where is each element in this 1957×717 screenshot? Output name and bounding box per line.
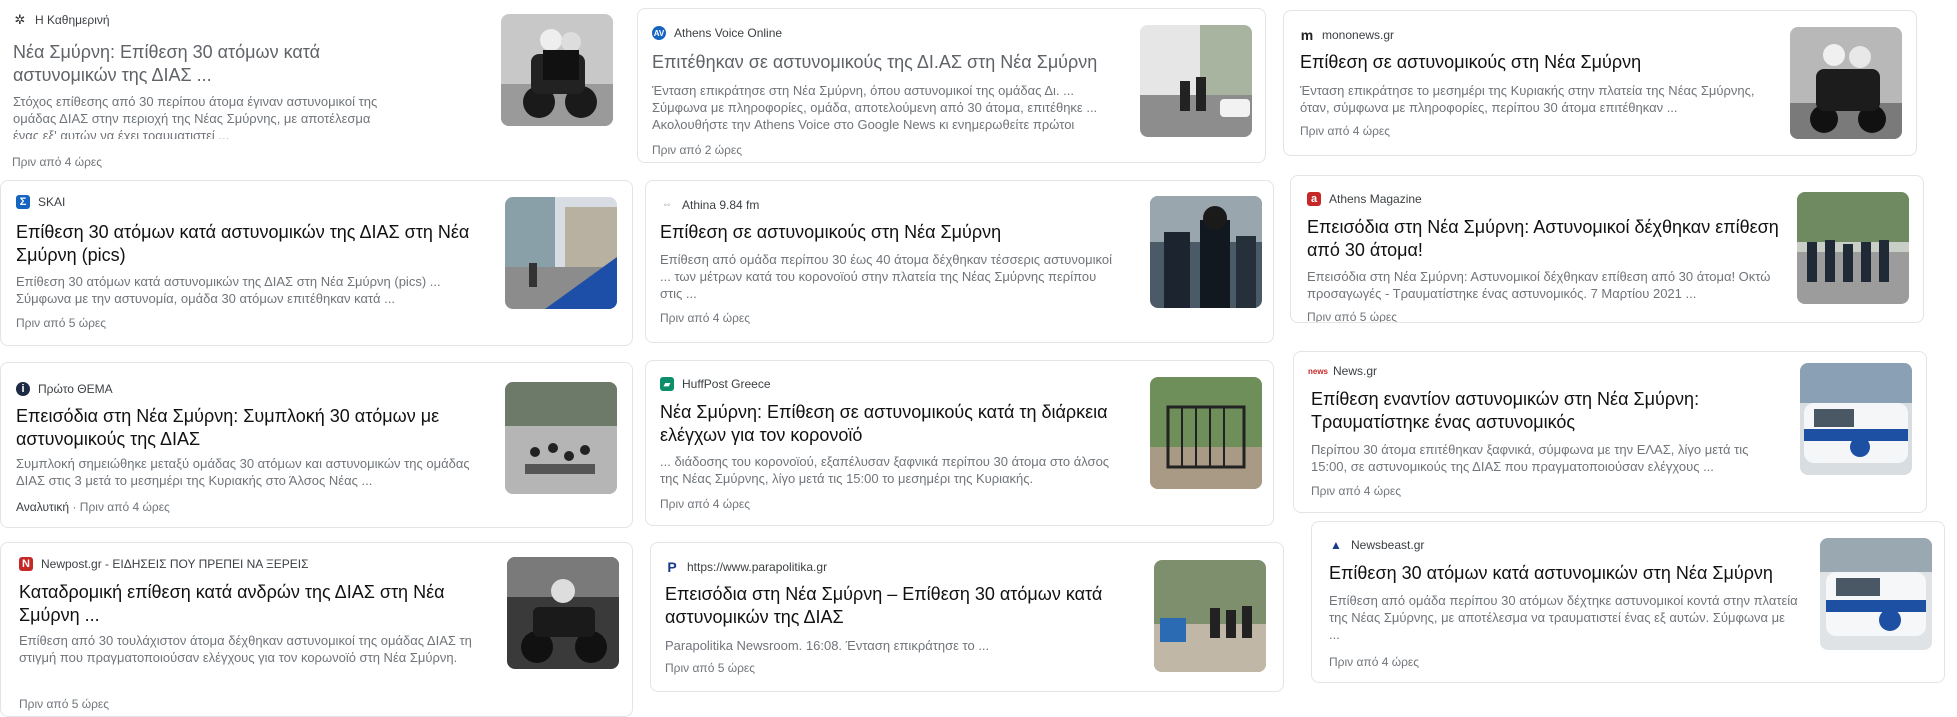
news-thumbnail[interactable]	[1150, 196, 1262, 308]
news-snippet: Περίπου 30 άτομα επιτέθηκαν ξαφνικά, σύμ…	[1311, 442, 1749, 474]
news-title[interactable]: Επεισόδια στη Νέα Σμύρνη: Αστυνομικοί δέ…	[1307, 216, 1782, 262]
news-time: Πριν από 4 ώρες	[1329, 655, 1420, 669]
news-snippet: Επεισόδια στη Νέα Σμύρνη: Αστυνομικοί δέ…	[1307, 269, 1771, 301]
crowd-street-image	[505, 382, 617, 494]
news-card-parapolitika[interactable]: P https://www.parapolitika.gr Επεισόδια …	[650, 542, 1284, 692]
news-thumbnail[interactable]	[505, 197, 617, 309]
huffpost-logo-icon: ▰	[660, 377, 674, 391]
news-card-newsbeast[interactable]: ▲ Newsbeast.gr Επίθεση 30 ατόμων κατά ασ…	[1311, 521, 1945, 683]
protothema-logo-icon: i	[16, 382, 30, 396]
news-title[interactable]: Επιτέθηκαν σε αστυνομικούς της ΔΙ.ΑΣ στη…	[652, 51, 1112, 74]
news-time: Πριν από 4 ώρες	[660, 311, 751, 325]
news-title[interactable]: Νέα Σμύρνη: Επίθεση 30 ατόμων κατά αστυν…	[13, 41, 383, 87]
police-car-image	[1820, 538, 1932, 650]
newsgr-logo-icon: news	[1308, 366, 1329, 376]
news-source: P https://www.parapolitika.gr	[665, 559, 827, 575]
news-thumbnail[interactable]	[1154, 560, 1266, 672]
police-car-image	[1800, 363, 1912, 475]
news-thumbnail[interactable]	[1797, 192, 1909, 304]
police-crowd-image	[1797, 192, 1909, 304]
news-source: ▲ Newsbeast.gr	[1330, 538, 1425, 552]
news-time: Πριν από 4 ώρες	[12, 155, 103, 169]
news-thumbnail[interactable]	[1790, 27, 1902, 139]
police-motorbike-image	[501, 14, 613, 126]
news-card-kathimerini[interactable]: ✲ Η Καθημερινή Νέα Σμύρνη: Επίθεση 30 ατ…	[0, 0, 505, 140]
news-thumbnail[interactable]	[1820, 538, 1932, 650]
kathimerini-logo-icon: ✲	[14, 12, 26, 27]
news-title[interactable]: Επίθεση σε αστυνομικούς στη Νέα Σμύρνη	[1300, 51, 1770, 74]
news-thumbnail[interactable]	[507, 557, 619, 669]
park-police-image	[1154, 560, 1266, 672]
news-card-huffpost[interactable]: ▰ HuffPost Greece Νέα Σμύρνη: Επίθεση σε…	[645, 360, 1274, 526]
news-time: Πριν από 2 ώρες	[652, 143, 743, 157]
news-snippet: Επίθεση 30 ατόμων κατά αστυνομικών της Δ…	[16, 274, 441, 306]
news-source: a Athens Magazine	[1307, 192, 1422, 206]
news-snippet: Parapolitika Newsroom. 16:08. Ένταση επι…	[665, 638, 990, 653]
athensvoice-logo-icon: AV	[652, 26, 666, 40]
news-time: Πριν από 4 ώρες	[660, 497, 751, 511]
news-card-athensmagazine[interactable]: a Athens Magazine Επεισόδια στη Νέα Σμύρ…	[1290, 175, 1924, 323]
news-title[interactable]: Επίθεση εναντίον αστυνομικών στη Νέα Σμύ…	[1311, 388, 1771, 434]
news-snippet: Ένταση επικράτησε το μεσημέρι της Κυριακ…	[1300, 83, 1755, 115]
news-card-newsgr[interactable]: news News.gr Επίθεση εναντίον αστυνομικώ…	[1293, 351, 1927, 513]
news-source: m mononews.gr	[1300, 27, 1395, 43]
news-title[interactable]: Καταδρομική επίθεση κατά ανδρών της ΔΙΑΣ…	[19, 581, 489, 627]
news-snippet: Συμπλοκή σημειώθηκε μεταξύ ομάδας 30 ατό…	[16, 456, 470, 488]
police-street-image	[1140, 25, 1252, 137]
news-time: Πριν από 5 ώρες	[19, 697, 110, 711]
news-meta: Αναλυτική · Πριν από 4 ώρες	[16, 500, 170, 514]
news-card-skai[interactable]: Σ SKAI Επίθεση 30 ατόμων κατά αστυνομικώ…	[0, 180, 633, 346]
news-snippet: ... διάδοσης του κορονοϊού, εξαπέλυσαν ξ…	[660, 454, 1110, 486]
news-thumbnail[interactable]	[1150, 377, 1262, 489]
news-source: ◦◦ Athina 9.84 fm	[660, 198, 759, 212]
news-title[interactable]: Νέα Σμύρνη: Επίθεση σε αστυνομικούς κατά…	[660, 401, 1120, 447]
news-title[interactable]: Επεισόδια στη Νέα Σμύρνη – Επίθεση 30 ατ…	[665, 583, 1135, 629]
news-card-athina984[interactable]: ◦◦ Athina 9.84 fm Επίθεση σε αστυνομικού…	[645, 180, 1274, 343]
news-snippet: Επίθεση από ομάδα περίπου 30 έως 40 άτομ…	[660, 252, 1112, 301]
news-source: news News.gr	[1308, 364, 1378, 378]
news-title[interactable]: Επίθεση 30 ατόμων κατά αστυνομικών της Δ…	[16, 221, 486, 267]
news-time: Πριν από 5 ώρες	[1307, 310, 1398, 323]
news-snippet: Επίθεση από 30 τουλάχιστον άτομα δέχθηκα…	[19, 633, 472, 665]
news-time: Πριν από 5 ώρες	[665, 661, 756, 675]
news-source: N Newpost.gr - ΕΙΔΗΣΕΙΣ ΠΟΥ ΠΡΕΠΕΙ ΝΑ ΞΕ…	[19, 557, 309, 571]
news-source: ▰ HuffPost Greece	[660, 377, 771, 391]
news-time: Πριν από 4 ώρες	[1300, 124, 1391, 138]
parapolitika-logo-icon: P	[667, 559, 677, 575]
news-snippet: Στόχος επίθεσης από 30 περίπου άτομα έγι…	[13, 94, 378, 140]
news-time: Πριν από 4 ώρες	[1311, 484, 1402, 498]
news-card-protothema[interactable]: i Πρώτο ΘΕΜΑ Επεισόδια στη Νέα Σμύρνη: Σ…	[0, 362, 633, 528]
skai-logo-icon: Σ	[16, 195, 30, 209]
news-card-athensvoice[interactable]: AV Athens Voice Online Επιτέθηκαν σε αστ…	[637, 8, 1266, 163]
street-scene-image	[505, 197, 617, 309]
news-thumbnail-kathimerini[interactable]	[501, 14, 613, 126]
news-source: Σ SKAI	[16, 195, 65, 209]
newsbeast-logo-icon: ▲	[1330, 538, 1342, 552]
police-motorbike-image	[1790, 27, 1902, 139]
article-label: Αναλυτική	[16, 500, 70, 514]
news-thumbnail[interactable]	[1800, 363, 1912, 475]
athina984-logo-icon: ◦◦	[663, 199, 671, 211]
news-card-mononews[interactable]: m mononews.gr Επίθεση σε αστυνομικούς στ…	[1283, 10, 1917, 156]
news-source: AV Athens Voice Online	[652, 26, 783, 40]
news-thumbnail[interactable]	[1140, 25, 1252, 137]
news-thumbnail[interactable]	[505, 382, 617, 494]
news-time: Πριν από 4 ώρες	[79, 500, 170, 514]
news-title[interactable]: Επίθεση σε αστυνομικούς στη Νέα Σμύρνη	[660, 221, 1120, 244]
news-snippet: Επίθεση από ομάδα περίπου 30 ατόμων δέχτ…	[1329, 593, 1798, 642]
news-title[interactable]: Επεισόδια στη Νέα Σμύρνη: Συμπλοκή 30 ατ…	[16, 405, 486, 451]
newpost-logo-icon: N	[19, 557, 33, 571]
news-source: i Πρώτο ΘΕΜΑ	[16, 382, 113, 396]
news-snippet: Ένταση επικράτησε στη Νέα Σμύρνη, όπου α…	[652, 83, 1098, 132]
news-card-newpost[interactable]: N Newpost.gr - ΕΙΔΗΣΕΙΣ ΠΟΥ ΠΡΕΠΕΙ ΝΑ ΞΕ…	[0, 542, 633, 717]
riot-police-image	[1150, 196, 1262, 308]
park-gate-image	[1150, 377, 1262, 489]
mononews-logo-icon: m	[1300, 27, 1314, 43]
news-source: ✲ Η Καθημερινή	[14, 12, 110, 27]
news-title[interactable]: Επίθεση 30 ατόμων κατά αστυνομικών στη Ν…	[1329, 562, 1799, 585]
news-time: Πριν από 5 ώρες	[16, 316, 107, 330]
athensmagazine-logo-icon: a	[1307, 192, 1321, 206]
police-motorbike-image	[507, 557, 619, 669]
